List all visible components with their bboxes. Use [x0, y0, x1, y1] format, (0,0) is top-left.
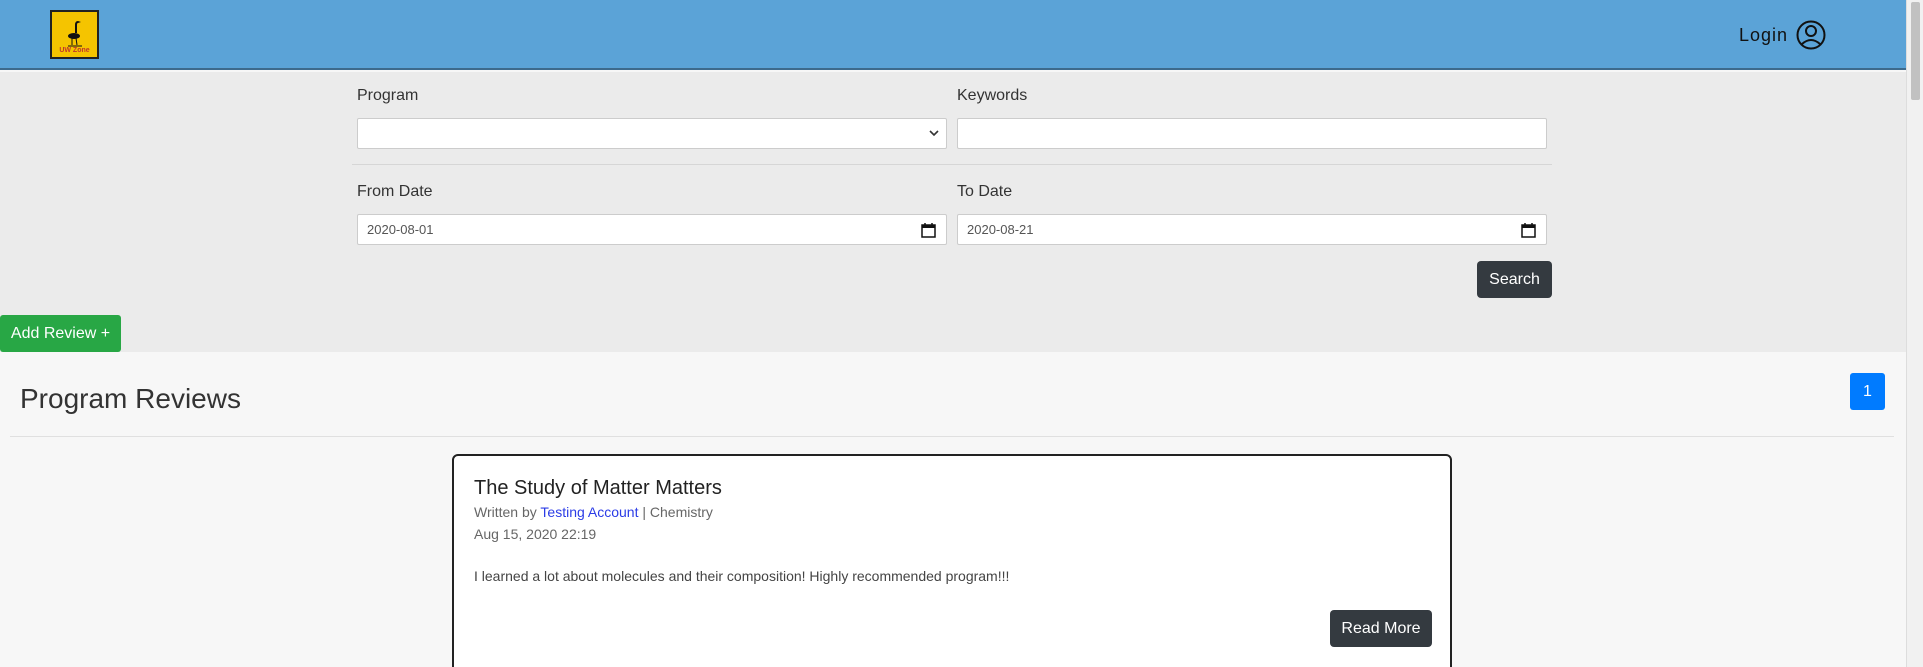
chevron-down-icon: [929, 130, 939, 137]
to-date-label: To Date: [957, 183, 1013, 200]
program-label: Program: [357, 87, 419, 104]
scrollbar-thumb[interactable]: [1911, 2, 1920, 100]
keywords-input[interactable]: [957, 118, 1547, 149]
section-divider: [10, 436, 1894, 437]
to-date-value: 2020-08-21: [967, 222, 1034, 237]
page-title: Program Reviews: [20, 383, 241, 414]
calendar-icon[interactable]: [1521, 223, 1536, 238]
author-link[interactable]: Testing Account: [540, 504, 638, 520]
program-select[interactable]: [357, 118, 947, 149]
review-body: I learned a lot about molecules and thei…: [474, 568, 1010, 584]
bird-icon: [68, 21, 82, 47]
review-title: The Study of Matter Matters: [474, 477, 722, 499]
review-card: The Study of Matter Matters Written by T…: [452, 454, 1452, 667]
pagination-page-1[interactable]: 1: [1850, 373, 1885, 410]
keywords-label: Keywords: [957, 87, 1028, 104]
logo-text: UW Zone: [59, 47, 90, 54]
from-date-label: From Date: [357, 183, 433, 200]
filter-divider: [352, 164, 1552, 165]
login-button[interactable]: Login: [1739, 20, 1826, 50]
login-label: Login: [1738, 24, 1788, 45]
add-review-button[interactable]: Add Review +: [0, 315, 121, 352]
scrollbar[interactable]: [1906, 0, 1923, 667]
user-circle-icon: [1796, 20, 1826, 50]
review-meta: Written by Testing Account | Chemistry: [474, 504, 713, 520]
written-by-label: Written by: [474, 504, 537, 520]
read-more-button[interactable]: Read More: [1330, 610, 1432, 647]
filter-panel: Program Keywords From Date 2020-08-01 To…: [0, 72, 1906, 352]
navbar: UW Zone Login: [0, 0, 1906, 70]
from-date-value: 2020-08-01: [367, 222, 434, 237]
search-button[interactable]: Search: [1477, 261, 1552, 298]
to-date-input[interactable]: 2020-08-21: [957, 214, 1547, 245]
review-date: Aug 15, 2020 22:19: [474, 526, 597, 542]
logo[interactable]: UW Zone: [50, 10, 99, 59]
calendar-icon[interactable]: [921, 223, 936, 238]
review-program: Chemistry: [649, 504, 713, 520]
meta-separator: |: [642, 504, 646, 520]
from-date-input[interactable]: 2020-08-01: [357, 214, 947, 245]
